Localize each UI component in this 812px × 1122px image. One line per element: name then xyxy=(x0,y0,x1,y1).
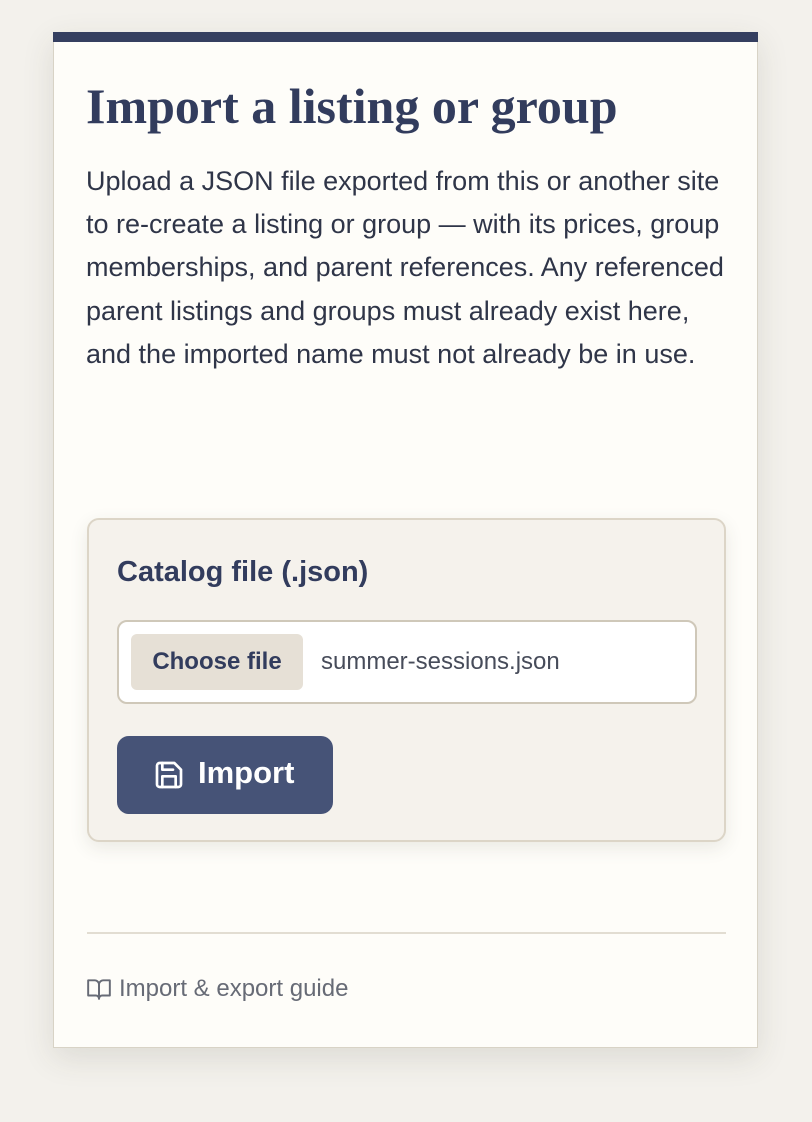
upload-panel: Catalog file (.json) Choose file summer-… xyxy=(87,518,726,842)
import-card: Import a listing or group Upload a JSON … xyxy=(53,32,758,1048)
book-open-icon xyxy=(87,979,111,1000)
selected-file-name: summer-sessions.json xyxy=(321,648,560,675)
card-accent-bar xyxy=(53,32,758,42)
page-description: Upload a JSON file exported from this or… xyxy=(86,166,724,369)
page-title: Import a listing or group xyxy=(86,78,618,134)
catalog-file-label: Catalog file (.json) xyxy=(117,556,369,588)
import-export-guide-link[interactable]: Import & export guide xyxy=(86,972,348,1006)
guide-link-label: Import & export guide xyxy=(119,975,349,1002)
import-button[interactable]: Import xyxy=(117,736,333,814)
footer-divider xyxy=(87,932,726,934)
choose-file-button[interactable]: Choose file xyxy=(131,634,303,690)
save-icon xyxy=(155,761,183,789)
catalog-file-input[interactable]: Choose file summer-sessions.json xyxy=(117,620,697,704)
import-button-label: Import xyxy=(198,755,295,790)
